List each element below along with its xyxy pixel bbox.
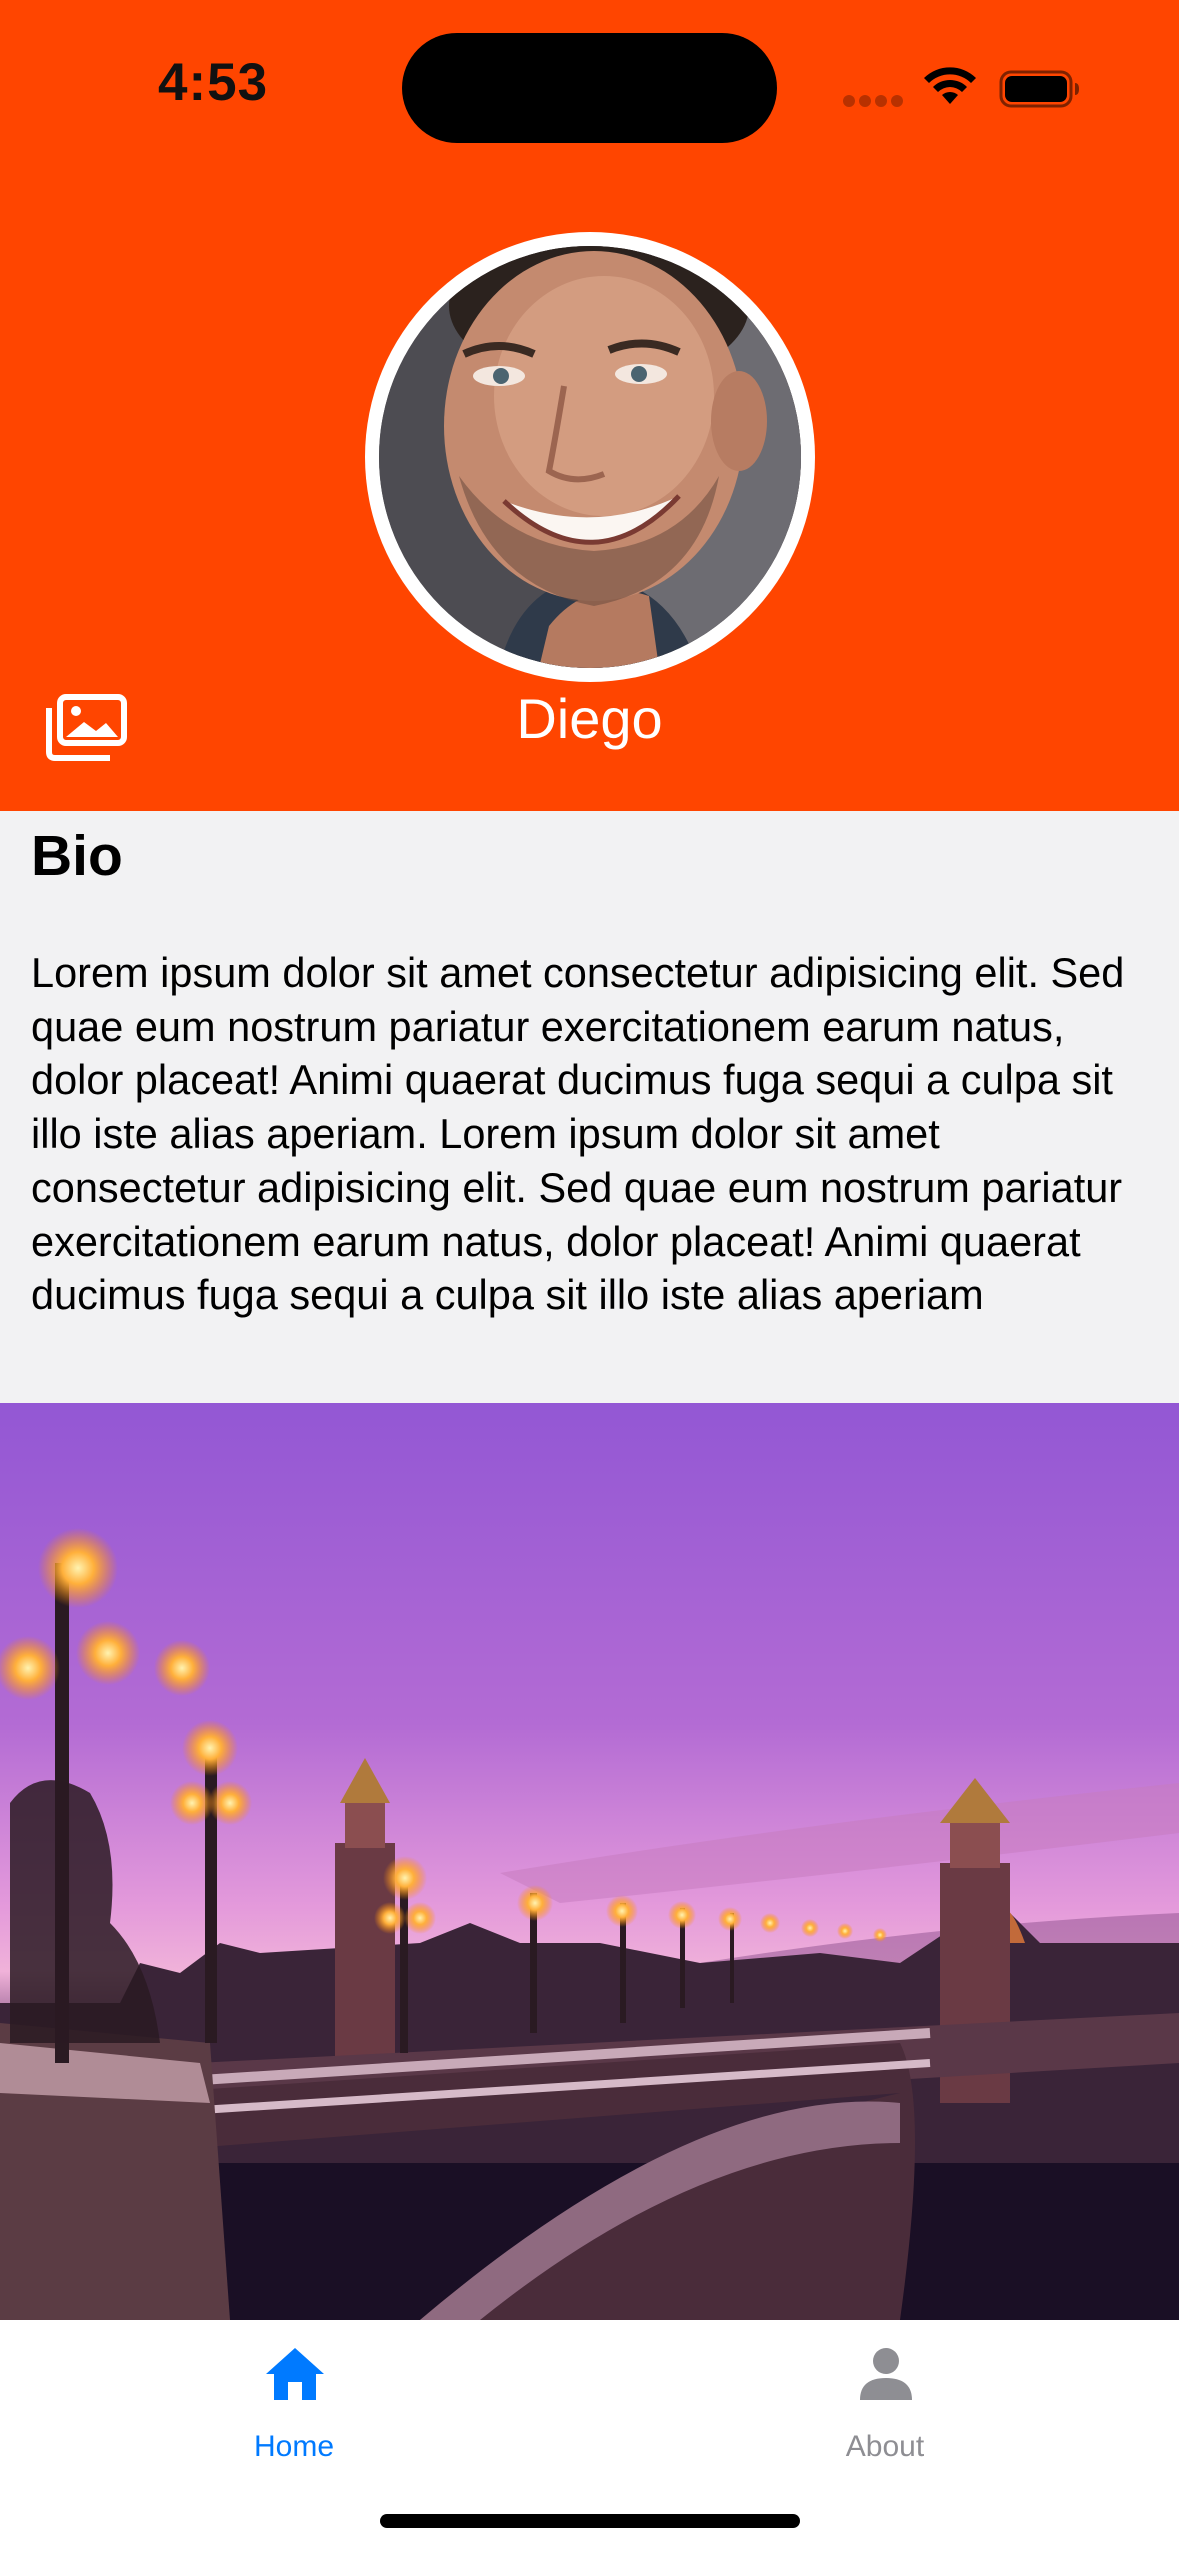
wifi-icon: [924, 67, 976, 104]
home-indicator[interactable]: [380, 2514, 800, 2528]
tab-about-label: About: [845, 2430, 925, 2463]
person-icon: [860, 2348, 912, 2400]
battery-icon: [999, 70, 1079, 108]
house-icon: [266, 2348, 324, 2400]
profile-header: 4:53 Diego: [0, 0, 1179, 811]
tab-home-label: Home: [253, 2430, 335, 2463]
person-photo-icon: [379, 246, 801, 668]
avatar-photo: [379, 246, 801, 668]
tab-about[interactable]: About: [735, 2320, 1035, 2470]
profile-name: Diego: [516, 687, 663, 750]
bio-title: Bio: [31, 824, 123, 888]
tab-home[interactable]: Home: [144, 2320, 444, 2470]
avatar[interactable]: [365, 232, 815, 682]
status-time: 4:53: [158, 53, 269, 112]
status-indicators: [843, 60, 1083, 120]
bridge-sunset-photo-icon: [0, 1403, 1179, 2320]
dynamic-island: [402, 33, 777, 143]
bio-text: Lorem ipsum dolor sit amet consectetur a…: [31, 949, 1125, 1319]
bridge-photo: [0, 1403, 1179, 2320]
bio-section: Bio Lorem ipsum dolor sit amet consectet…: [0, 811, 1179, 1403]
